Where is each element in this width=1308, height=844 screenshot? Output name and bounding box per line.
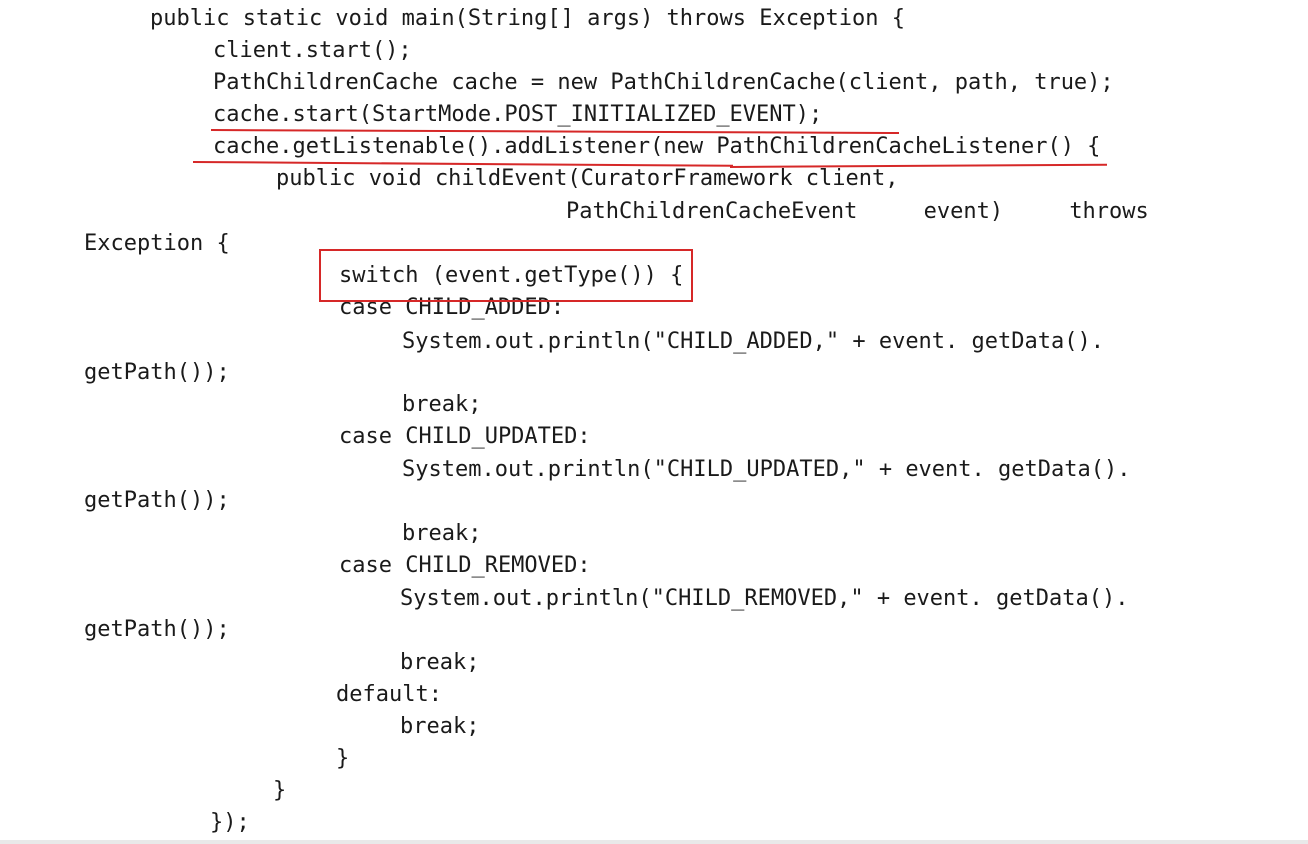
code-line-println-removed: System.out.println("CHILD_REMOVED," + ev…: [400, 586, 1129, 611]
code-line-println-added: System.out.println("CHILD_ADDED," + even…: [402, 329, 1104, 354]
code-line-close-listener: });: [210, 810, 250, 835]
code-line-client-start: client.start();: [213, 38, 412, 63]
code-line-break-removed: break;: [400, 650, 480, 675]
code-line-cache-start: cache.start(StartMode.POST_INITIALIZED_E…: [213, 102, 823, 127]
code-line-child-event-params: PathChildrenCacheEvent event) throws: [566, 199, 1149, 224]
code-line-break-updated: break;: [402, 521, 482, 546]
code-line-child-event-signature: public void childEvent(CuratorFramework …: [276, 166, 899, 191]
code-line-close-switch: }: [336, 746, 350, 771]
code-line-case-child-removed: case CHILD_REMOVED:: [339, 553, 591, 578]
code-line-close-method: }: [273, 778, 287, 803]
code-line-case-child-updated: case CHILD_UPDATED:: [339, 424, 591, 449]
code-line-main-signature: public static void main(String[] args) t…: [150, 6, 905, 31]
code-line-getpath-removed: getPath());: [84, 617, 230, 642]
code-line-exception-brace: Exception {: [84, 231, 230, 256]
code-line-break-default: break;: [400, 714, 480, 739]
red-box-switch: [319, 249, 693, 302]
code-line-add-listener: cache.getListenable().addListener(new Pa…: [213, 134, 1101, 159]
code-line-getpath-added: getPath());: [84, 360, 230, 385]
code-line-cache-declaration: PathChildrenCache cache = new PathChildr…: [213, 70, 1114, 95]
code-line-println-updated: System.out.println("CHILD_UPDATED," + ev…: [402, 457, 1131, 482]
page-bottom-edge: [0, 840, 1308, 844]
code-line-break-added: break;: [402, 392, 482, 417]
code-line-default: default:: [336, 682, 442, 707]
code-page: public static void main(String[] args) t…: [0, 0, 1308, 844]
code-line-getpath-updated: getPath());: [84, 488, 230, 513]
